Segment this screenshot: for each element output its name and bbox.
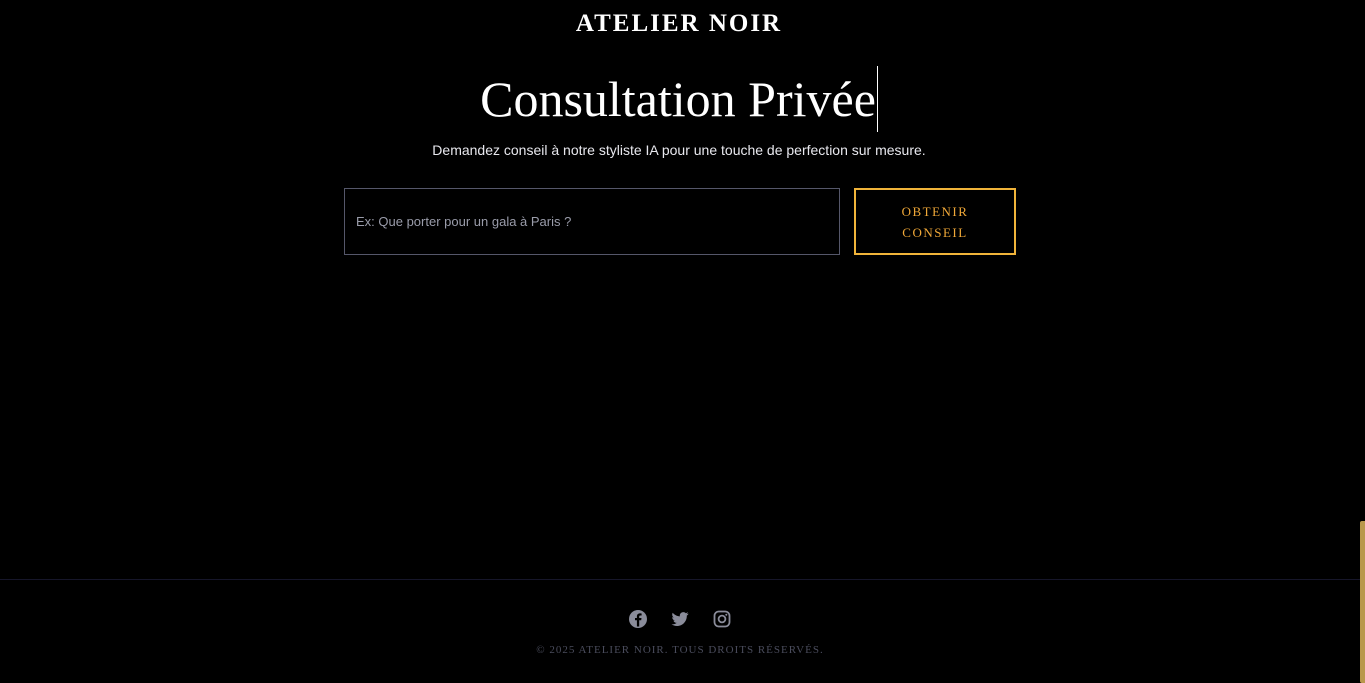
page-subtitle: Demandez conseil à notre styliste IA pou… bbox=[432, 142, 926, 158]
hero: Consultation Privée bbox=[0, 66, 1358, 132]
twitter-icon[interactable] bbox=[670, 609, 690, 629]
page-title: Consultation Privée bbox=[480, 66, 878, 132]
footer: © 2025 ATELIER NOIR. TOUS DROITS RÉSERVÉ… bbox=[0, 579, 1360, 683]
social-links bbox=[0, 609, 1360, 629]
brand-logo[interactable]: ATELIER NOIR bbox=[0, 10, 1358, 38]
get-advice-button[interactable]: OBTENIR CONSEIL bbox=[854, 188, 1016, 255]
consultation-input[interactable] bbox=[344, 188, 840, 255]
facebook-icon[interactable] bbox=[628, 609, 648, 629]
instagram-icon[interactable] bbox=[712, 609, 732, 629]
scrollbar-thumb[interactable] bbox=[1360, 521, 1365, 683]
copyright-text: © 2025 ATELIER NOIR. TOUS DROITS RÉSERVÉ… bbox=[536, 644, 824, 656]
